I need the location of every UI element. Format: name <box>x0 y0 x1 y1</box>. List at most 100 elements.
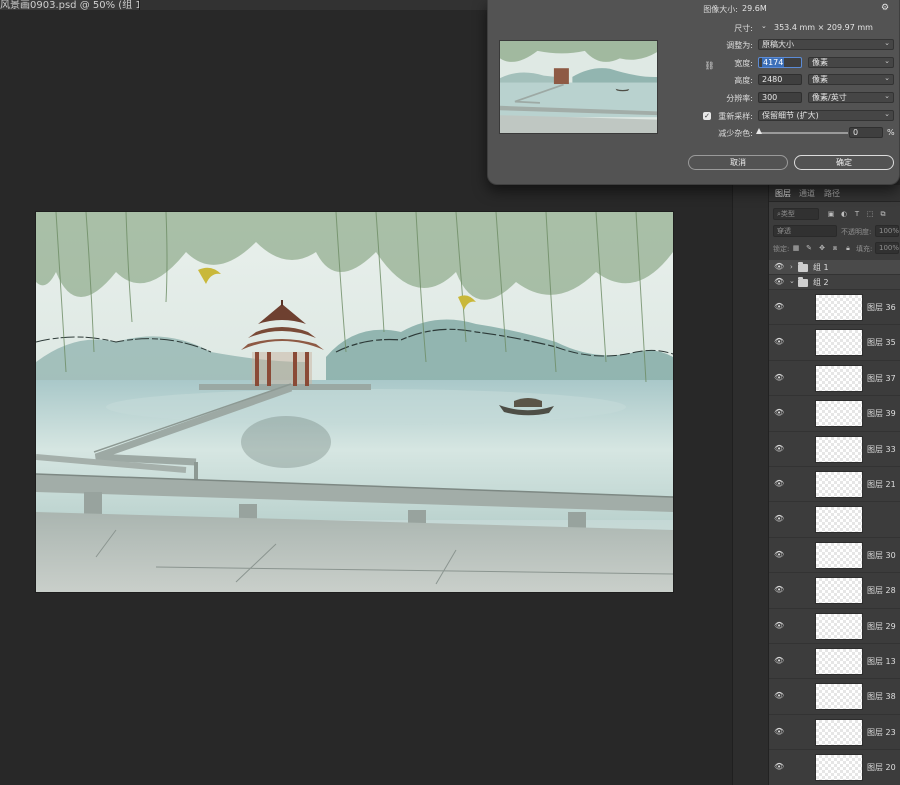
dimensions-label: 尺寸: <box>734 24 753 33</box>
visibility-eye-icon[interactable]: 👁︎ <box>774 514 784 523</box>
layer-name: 图层 13 <box>867 657 896 666</box>
type-filter-icon[interactable]: T <box>853 210 861 218</box>
lock-artboard-icon[interactable]: ⧈ <box>831 244 839 252</box>
lock-pixels-icon[interactable]: ▦ <box>792 244 800 252</box>
noise-slider-track[interactable] <box>758 132 848 134</box>
cancel-button[interactable]: 取消 <box>688 155 788 170</box>
chevron-down-icon[interactable]: ⌄ <box>761 22 767 30</box>
visibility-eye-icon[interactable]: 👁︎ <box>774 585 784 594</box>
chain-link-icon[interactable]: ⛓ <box>705 60 714 70</box>
visibility-eye-icon[interactable]: 👁︎ <box>774 337 784 346</box>
layer-row[interactable]: 👁︎ 图层 21 <box>769 467 900 503</box>
panel-tabs: 图层 通道 路径 <box>769 185 900 202</box>
height-unit-select[interactable]: 像素 ⌄ <box>808 74 894 85</box>
noise-unit: % <box>887 128 895 137</box>
visibility-eye-icon[interactable]: 👁︎ <box>774 727 784 736</box>
image-size-value: 29.6M <box>742 4 767 13</box>
document-tab[interactable]: 风景画0903.psd @ 50% (组 1, RGB/8) <box>0 0 140 10</box>
layer-row[interactable]: 👁︎ 图层 13 <box>769 644 900 680</box>
folder-open-icon <box>798 277 808 287</box>
layer-name: 图层 38 <box>867 692 896 702</box>
layer-row[interactable]: 👁︎ 图层 33 <box>769 431 900 467</box>
chevron-down-icon: ⌄ <box>884 110 890 118</box>
layer-name: 图层 35 <box>867 338 896 348</box>
layer-row[interactable]: 👁︎ 图层 37 <box>769 360 900 397</box>
layer-thumbnail <box>815 754 863 782</box>
layer-row[interactable]: 👁︎ 图层 39 <box>769 396 900 432</box>
width-unit-select[interactable]: 像素 ⌄ <box>808 57 894 68</box>
noise-slider-thumb[interactable] <box>756 128 762 134</box>
layer-row[interactable]: 👁︎ 图层 35 <box>769 325 900 361</box>
tab-channels[interactable]: 通道 <box>799 188 815 199</box>
layer-row[interactable]: 👁︎ 图层 38 <box>769 679 900 715</box>
chevron-down-icon[interactable]: ⌄ <box>789 277 795 285</box>
layer-filter-select[interactable]: ⌕类型 <box>773 208 819 220</box>
resample-label: 重新采样: <box>718 112 753 121</box>
image-preview[interactable] <box>499 40 658 134</box>
chevron-down-icon: ⌄ <box>884 57 890 65</box>
visibility-eye-icon[interactable]: 👁︎ <box>774 479 784 488</box>
layer-thumbnail <box>815 364 863 392</box>
ok-button[interactable]: 确定 <box>794 155 894 170</box>
noise-input[interactable]: 0 <box>849 127 883 138</box>
adjustment-filter-icon[interactable]: ◐ <box>840 210 848 218</box>
document-tab-label: 风景画0903.psd @ 50% (组 1, RGB/8) <box>0 0 139 10</box>
panel-dock-gutter <box>732 185 768 785</box>
chevron-down-icon: ⌄ <box>884 74 890 82</box>
smart-object-filter-icon[interactable]: ⧉ <box>879 210 887 218</box>
visibility-eye-icon[interactable]: 👁︎ <box>774 262 784 271</box>
chevron-right-icon[interactable]: › <box>790 263 793 271</box>
layer-row[interactable]: 👁︎ 图层 36 <box>769 290 900 326</box>
layer-name: 图层 20 <box>867 763 896 773</box>
layer-thumbnail <box>815 329 863 357</box>
gear-icon[interactable]: ⚙︎ <box>881 3 889 13</box>
resolution-unit-select[interactable]: 像素/英寸 ⌄ <box>808 92 894 103</box>
resolution-label: 分辨率: <box>726 94 753 103</box>
visibility-eye-icon[interactable]: 👁︎ <box>774 373 784 382</box>
image-filter-icon[interactable]: ▣ <box>827 210 835 218</box>
height-label: 高度: <box>734 76 753 85</box>
visibility-eye-icon[interactable]: 👁︎ <box>774 550 784 559</box>
layer-name: 图层 36 <box>867 303 896 312</box>
blend-mode-select[interactable]: 穿透 <box>773 225 837 237</box>
height-unit: 像素 <box>812 75 828 84</box>
visibility-eye-icon[interactable]: 👁︎ <box>774 444 784 453</box>
layer-row[interactable]: 👁︎ <box>769 502 900 538</box>
opacity-input[interactable]: 100% <box>875 225 899 237</box>
resample-select[interactable]: 保留细节 (扩大) ⌄ <box>758 110 894 121</box>
opacity-label: 不透明度: <box>841 228 872 236</box>
lock-label: 锁定: <box>773 245 790 253</box>
layer-row[interactable]: 👁︎ 图层 29 <box>769 608 900 644</box>
layer-group-row[interactable]: 👁︎ › 组 1 <box>769 260 900 275</box>
layer-thumbnail <box>815 648 863 675</box>
tab-paths[interactable]: 路径 <box>824 188 840 199</box>
layer-row[interactable]: 👁︎ 图层 30 <box>769 537 900 574</box>
visibility-eye-icon[interactable]: 👁︎ <box>774 408 784 417</box>
fill-input[interactable]: 100% <box>875 242 899 254</box>
resolution-input[interactable]: 300 <box>758 92 802 103</box>
fit-to-select[interactable]: 原稿大小 ⌄ <box>758 39 894 50</box>
visibility-eye-icon[interactable]: 👁︎ <box>774 691 784 700</box>
layer-row[interactable]: 👁︎ 图层 20 <box>769 750 900 785</box>
lock-paint-icon[interactable]: ✎ <box>805 244 813 252</box>
visibility-eye-icon[interactable]: 👁︎ <box>774 621 784 630</box>
layer-row[interactable]: 👁︎ 图层 28 <box>769 573 900 609</box>
layer-thumbnail <box>815 435 863 463</box>
photoshop-window: 风景画0903.psd @ 50% (组 1, RGB/8) <box>0 0 900 785</box>
tab-layers[interactable]: 图层 <box>775 188 791 199</box>
width-input[interactable]: 4174 <box>758 57 802 68</box>
resample-value: 保留细节 (扩大) <box>762 111 819 120</box>
artwork-canvas[interactable] <box>36 212 673 592</box>
layer-row[interactable]: 👁︎ 图层 23 <box>769 714 900 751</box>
shape-filter-icon[interactable]: ⬚ <box>866 210 874 218</box>
visibility-eye-icon[interactable]: 👁︎ <box>774 656 784 665</box>
visibility-eye-icon[interactable]: 👁︎ <box>774 277 784 286</box>
visibility-eye-icon[interactable]: 👁︎ <box>774 302 784 311</box>
layer-group-row[interactable]: 👁︎ ⌄ 组 2 <box>769 275 900 290</box>
lock-all-icon[interactable]: 🔒︎ <box>844 244 852 252</box>
layer-thumbnail <box>815 471 863 498</box>
height-input[interactable]: 2480 <box>758 74 802 85</box>
visibility-eye-icon[interactable]: 👁︎ <box>774 762 784 771</box>
lock-position-icon[interactable]: ✥ <box>818 244 826 252</box>
layer-name: 图层 33 <box>867 444 896 454</box>
